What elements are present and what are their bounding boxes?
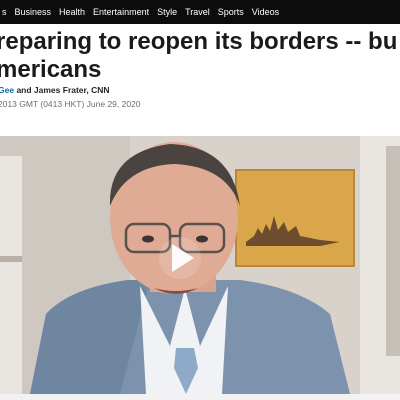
nav-item-style[interactable]: Style [153,0,181,24]
painting [236,170,354,266]
nav-item-business[interactable]: Business [11,0,56,24]
bottom-strip [0,394,400,400]
byline-author-1[interactable]: Gee [0,85,14,95]
byline: Gee and James Frater, CNN [0,85,400,95]
video-player[interactable] [0,136,400,394]
play-icon[interactable] [158,236,202,280]
top-nav: s Business Health Entertainment Style Tr… [0,0,400,24]
article-dateline: 2013 GMT (0413 HKT) June 29, 2020 [0,99,141,109]
byline-author-2: James Frater, CNN [33,85,110,95]
nav-item-travel[interactable]: Travel [181,0,214,24]
nav-item-health[interactable]: Health [55,0,89,24]
headline-line-1: reparing to reopen its borders -- bu [0,28,398,55]
nav-item-sports[interactable]: Sports [214,0,248,24]
headline-line-2: mericans [0,56,102,83]
article-headline: reparing to reopen its borders -- bu mer… [0,28,400,84]
nav-item-partial[interactable]: s [0,0,11,24]
nav-item-videos[interactable]: Videos [248,0,283,24]
nav-item-entertainment[interactable]: Entertainment [89,0,153,24]
byline-and: and [14,85,34,95]
